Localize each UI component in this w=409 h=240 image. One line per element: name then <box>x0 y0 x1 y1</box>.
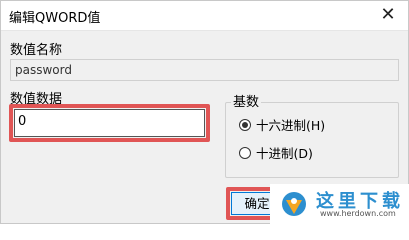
value-data-input[interactable]: 0 <box>14 109 205 137</box>
watermark-logo-icon <box>282 192 306 216</box>
close-icon[interactable]: ✕ <box>374 2 402 28</box>
radio-unselected-icon <box>239 147 251 159</box>
radio-decimal-label: 十进制(D) <box>256 146 313 161</box>
title-bar: 编辑QWORD值 ✕ <box>1 1 408 31</box>
watermark-url: www.herdown.com <box>320 209 396 218</box>
value-name-label: 数值名称 <box>10 43 63 58</box>
base-groupbox <box>225 102 399 178</box>
watermark: 这里下载 www.herdown.com <box>270 184 409 224</box>
radio-hexadecimal-label: 十六进制(H) <box>256 118 326 133</box>
dialog-title: 编辑QWORD值 <box>9 11 101 26</box>
base-label: 基数 <box>231 91 262 110</box>
value-name-field: password <box>10 59 399 81</box>
radio-selected-icon <box>239 119 251 131</box>
